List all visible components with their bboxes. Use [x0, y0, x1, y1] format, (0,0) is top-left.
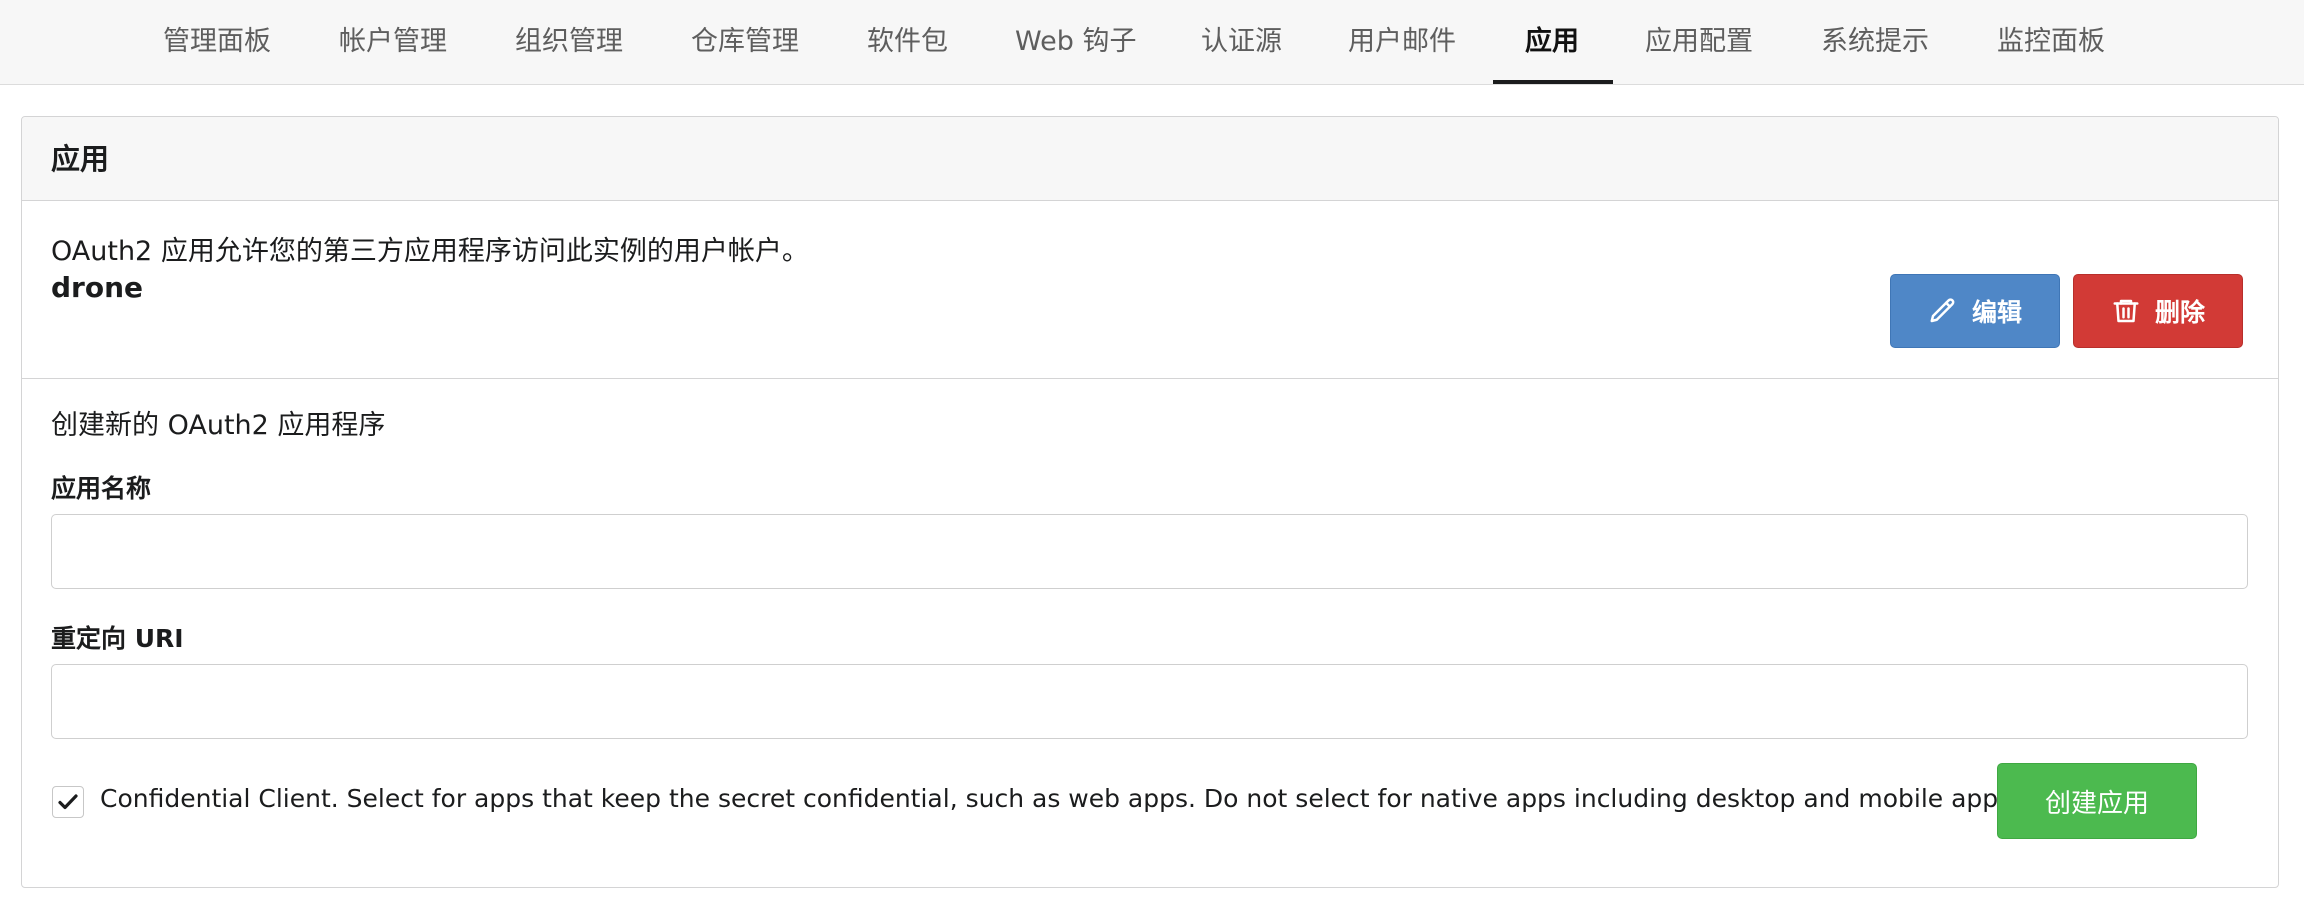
edit-button-label: 编辑: [1971, 298, 2022, 327]
confidential-client-checkbox[interactable]: [52, 786, 84, 818]
nav-item-packages[interactable]: 软件包: [867, 0, 948, 85]
delete-button-label: 删除: [2154, 298, 2205, 327]
app-name: drone: [51, 271, 144, 304]
edit-button[interactable]: 编辑: [1890, 274, 2060, 348]
nav-item-auth-sources[interactable]: 认证源: [1201, 0, 1282, 85]
checkmark-icon: [58, 794, 78, 810]
panel-title: 应用: [51, 142, 110, 176]
app-name-label: 应用名称: [51, 474, 152, 503]
create-form-title: 创建新的 OAuth2 应用程序: [51, 410, 386, 441]
nav-item-webhooks[interactable]: Web 钩子: [1015, 0, 1136, 85]
create-app-form: 创建新的 OAuth2 应用程序 应用名称 重定向 URI Confidenti…: [22, 379, 2278, 889]
redirect-uri-label: 重定向 URI: [51, 624, 184, 653]
delete-button[interactable]: 删除: [2073, 274, 2243, 348]
confidential-client-label[interactable]: Confidential Client. Select for apps tha…: [100, 784, 2019, 813]
nav-item-notices[interactable]: 系统提示: [1821, 0, 1929, 85]
nav-item-organizations[interactable]: 组织管理: [515, 0, 623, 85]
nav-item-config[interactable]: 应用配置: [1645, 0, 1753, 85]
nav-item-applications[interactable]: 应用: [1525, 0, 1579, 85]
panel-header: 应用: [22, 117, 2278, 201]
panel-description: OAuth2 应用允许您的第三方应用程序访问此实例的用户帐户。: [51, 236, 809, 267]
active-tab-indicator: [1493, 80, 1613, 84]
create-app-button[interactable]: 创建应用: [1997, 763, 2197, 839]
nav-item-accounts[interactable]: 帐户管理: [339, 0, 447, 85]
app-name-input[interactable]: [51, 514, 2248, 589]
redirect-uri-input[interactable]: [51, 664, 2248, 739]
applications-panel: 应用 OAuth2 应用允许您的第三方应用程序访问此实例的用户帐户。 drone…: [21, 116, 2279, 888]
nav-item-monitor[interactable]: 监控面板: [1997, 0, 2105, 85]
nav-item-repositories[interactable]: 仓库管理: [691, 0, 799, 85]
admin-nav: 管理面板 帐户管理 组织管理 仓库管理 软件包 Web 钩子 认证源 用户邮件 …: [0, 0, 2304, 85]
nav-item-dashboard[interactable]: 管理面板: [163, 0, 271, 85]
existing-app-section: OAuth2 应用允许您的第三方应用程序访问此实例的用户帐户。 drone 编辑: [22, 201, 2278, 379]
pencil-icon: [1928, 296, 1958, 326]
trash-icon: [2111, 296, 2141, 326]
nav-item-user-emails[interactable]: 用户邮件: [1348, 0, 1456, 85]
